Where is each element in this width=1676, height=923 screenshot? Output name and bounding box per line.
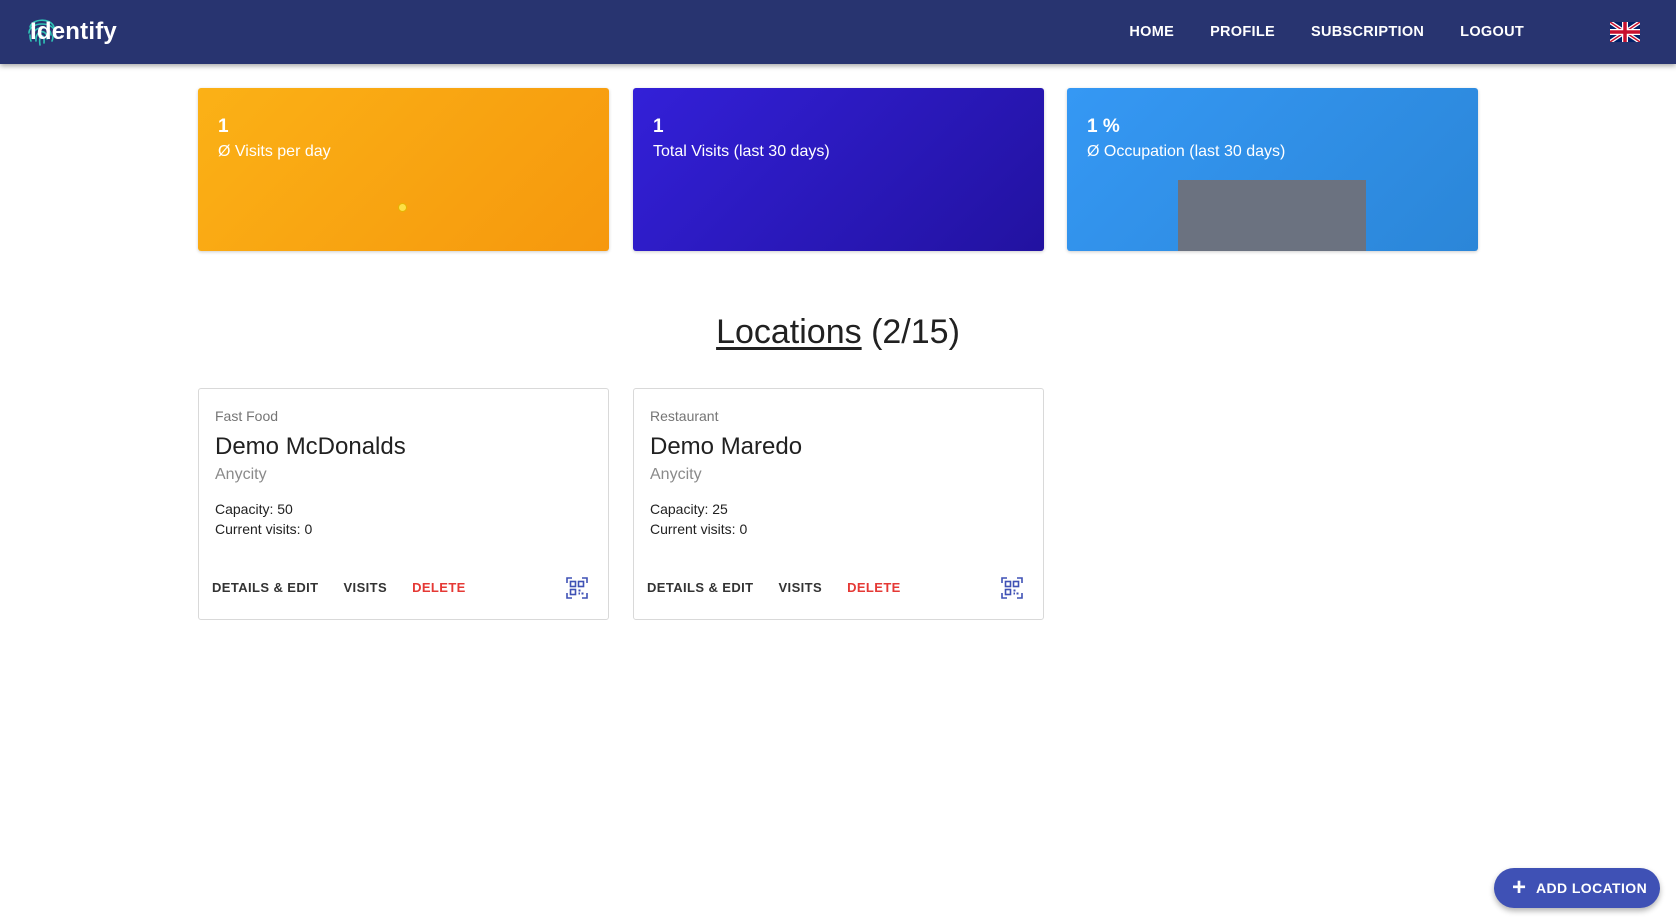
location-actions: DETAILS & EDIT VISITS DELETE	[647, 580, 926, 595]
plus-icon: +	[1512, 874, 1527, 901]
qr-code-icon[interactable]	[566, 577, 588, 599]
qr-code-icon[interactable]	[1001, 577, 1023, 599]
location-current-visits: Current visits: 0	[650, 521, 748, 537]
location-current-visits: Current visits: 0	[215, 521, 313, 537]
stat-value: 1	[653, 116, 664, 137]
location-name: Demo McDonalds	[215, 433, 406, 460]
location-card: Fast Food Demo McDonalds Anycity Capacit…	[198, 388, 609, 620]
occupation-chart-placeholder	[1178, 180, 1366, 251]
add-location-label: ADD LOCATION	[1536, 880, 1648, 896]
uk-flag-icon[interactable]	[1610, 22, 1640, 42]
logo[interactable]: Identify	[26, 10, 117, 54]
visits-button[interactable]: VISITS	[343, 580, 387, 595]
stat-value: 1	[218, 116, 229, 137]
nav-profile[interactable]: PROFILE	[1210, 24, 1275, 40]
details-edit-button[interactable]: DETAILS & EDIT	[647, 580, 753, 595]
stat-card-total-visits: 1 Total Visits (last 30 days)	[633, 88, 1044, 251]
main-nav: HOME PROFILE SUBSCRIPTION LOGOUT	[1093, 0, 1524, 64]
nav-home[interactable]: HOME	[1129, 24, 1174, 40]
delete-button[interactable]: DELETE	[847, 580, 901, 595]
stat-card-visits-per-day: 1 Ø Visits per day	[198, 88, 609, 251]
stat-label: Total Visits (last 30 days)	[653, 143, 830, 160]
visits-button[interactable]: VISITS	[778, 580, 822, 595]
location-capacity: Capacity: 25	[650, 501, 728, 517]
location-city: Anycity	[215, 466, 267, 483]
add-location-button[interactable]: + ADD LOCATION	[1494, 868, 1660, 908]
top-navbar: Identify HOME PROFILE SUBSCRIPTION LOGOU…	[0, 0, 1676, 64]
locations-title[interactable]: Locations	[716, 313, 862, 351]
location-city: Anycity	[650, 466, 702, 483]
details-edit-button[interactable]: DETAILS & EDIT	[212, 580, 318, 595]
nav-subscription[interactable]: SUBSCRIPTION	[1311, 24, 1424, 40]
stat-label: Ø Visits per day	[218, 143, 331, 160]
locations-heading: Locations (2/15)	[0, 313, 1676, 352]
locations-count: (2/15)	[871, 313, 960, 351]
location-category: Restaurant	[650, 408, 719, 424]
delete-button[interactable]: DELETE	[412, 580, 466, 595]
stat-card-occupation: 1 % Ø Occupation (last 30 days)	[1067, 88, 1478, 251]
stat-label: Ø Occupation (last 30 days)	[1087, 143, 1286, 160]
stat-value: 1 %	[1087, 116, 1120, 137]
location-category: Fast Food	[215, 408, 279, 424]
nav-logout[interactable]: LOGOUT	[1460, 24, 1524, 40]
location-capacity: Capacity: 50	[215, 501, 293, 517]
location-name: Demo Maredo	[650, 433, 803, 460]
location-card: Restaurant Demo Maredo Anycity Capacity:…	[633, 388, 1044, 620]
sparkline-point	[398, 203, 407, 212]
logo-text: Identify	[30, 18, 117, 45]
location-actions: DETAILS & EDIT VISITS DELETE	[212, 580, 491, 595]
